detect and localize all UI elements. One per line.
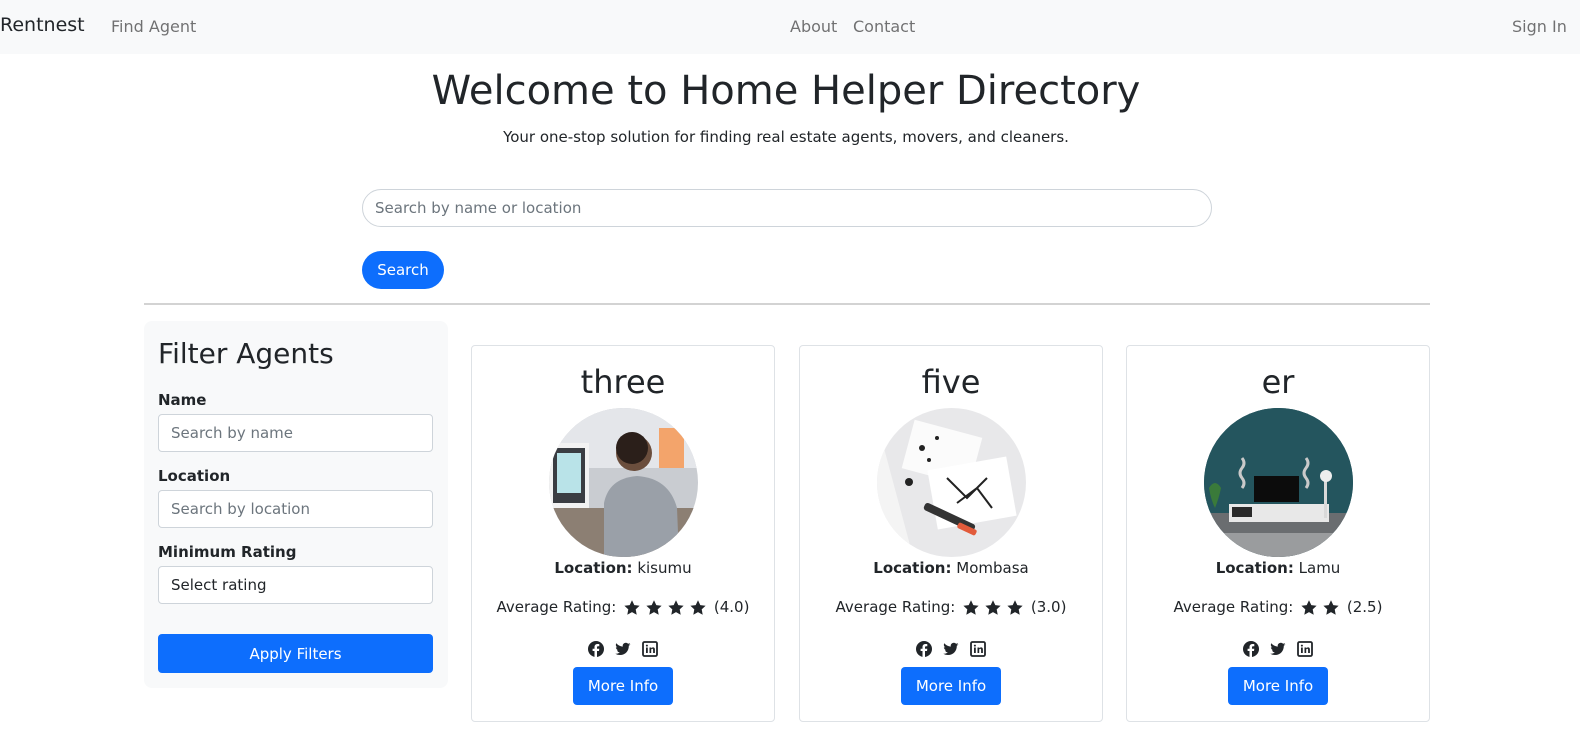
- agent-name: three: [580, 363, 666, 401]
- nav-contact[interactable]: Contact: [853, 17, 915, 36]
- rating-stars: [960, 599, 1026, 618]
- page-subtitle: Your one-stop solution for finding real …: [503, 128, 1069, 146]
- agent-card: three Location: kisumu Average Rating: (…: [471, 345, 775, 722]
- more-info-button[interactable]: More Info: [573, 667, 673, 705]
- rating-stars: [621, 599, 709, 618]
- twitter-icon[interactable]: [615, 641, 631, 657]
- star-icon: [1007, 600, 1023, 615]
- linkedin-icon[interactable]: [1297, 640, 1313, 657]
- star-icon: [624, 600, 640, 615]
- facebook-icon[interactable]: [1242, 640, 1259, 657]
- social-links: [472, 638, 774, 657]
- location-value: Lamu: [1298, 559, 1341, 577]
- agent-rating: Average Rating: (3.0): [800, 598, 1102, 618]
- more-info-button[interactable]: More Info: [1228, 667, 1328, 705]
- search-button[interactable]: Search: [362, 251, 444, 289]
- twitter-icon[interactable]: [943, 641, 959, 657]
- search-input[interactable]: [362, 189, 1212, 227]
- linkedin-icon[interactable]: [642, 640, 658, 657]
- agent-name: five: [921, 363, 981, 401]
- filter-title: Filter Agents: [158, 337, 334, 370]
- agent-location: Location: Mombasa: [800, 559, 1102, 577]
- location-label: Location:: [873, 559, 952, 577]
- nav-about[interactable]: About: [790, 17, 837, 36]
- agent-location: Location: kisumu: [472, 559, 774, 577]
- rating-label: Average Rating:: [835, 598, 956, 616]
- location-filter-input[interactable]: [158, 490, 433, 528]
- apply-filters-button[interactable]: Apply Filters: [158, 634, 433, 673]
- location-value: Mombasa: [956, 559, 1029, 577]
- twitter-icon[interactable]: [1270, 641, 1286, 657]
- star-icon: [1301, 600, 1317, 615]
- star-icon: [963, 600, 979, 615]
- rating-value: (2.5): [1346, 598, 1383, 616]
- star-icon: [690, 600, 706, 615]
- name-filter-label: Name: [158, 391, 207, 409]
- linkedin-icon[interactable]: [970, 640, 986, 657]
- star-icon: [1323, 600, 1339, 615]
- agent-location: Location: Lamu: [1127, 559, 1429, 577]
- agent-photo: [877, 408, 1026, 557]
- agent-rating: Average Rating: (2.5): [1127, 598, 1429, 618]
- brand-logo[interactable]: Rentnest: [0, 14, 85, 36]
- rating-value: (3.0): [1030, 598, 1067, 616]
- nav-find-agent[interactable]: Find Agent: [111, 17, 196, 36]
- location-value: kisumu: [637, 559, 692, 577]
- location-label: Location:: [554, 559, 633, 577]
- more-info-button[interactable]: More Info: [901, 667, 1001, 705]
- nav-sign-in[interactable]: Sign In: [1512, 17, 1567, 36]
- social-links: [1127, 638, 1429, 657]
- agent-photo: [549, 408, 698, 557]
- rating-stars: [1298, 599, 1342, 618]
- rating-value: (4.0): [713, 598, 750, 616]
- agent-name: er: [1261, 363, 1295, 401]
- rating-filter-label: Minimum Rating: [158, 543, 297, 561]
- rating-label: Average Rating:: [496, 598, 617, 616]
- star-icon: [646, 600, 662, 615]
- agent-card: er Location: Lamu Average Rating: (2.5) …: [1126, 345, 1430, 722]
- navbar: Rentnest Find Agent About Contact Sign I…: [0, 0, 1580, 54]
- location-label: Location:: [1215, 559, 1294, 577]
- social-links: [800, 638, 1102, 657]
- divider: [144, 303, 1430, 305]
- agent-rating: Average Rating: (4.0): [472, 598, 774, 618]
- star-icon: [985, 600, 1001, 615]
- rating-filter-select[interactable]: Select rating: [158, 566, 433, 604]
- facebook-icon[interactable]: [915, 640, 932, 657]
- star-icon: [668, 600, 684, 615]
- rating-label: Average Rating:: [1173, 598, 1294, 616]
- name-filter-input[interactable]: [158, 414, 433, 452]
- agent-photo: [1204, 408, 1353, 557]
- location-filter-label: Location: [158, 467, 231, 485]
- filter-panel: Filter Agents Name Location Minimum Rati…: [144, 321, 448, 688]
- agent-card: five Location: Mombasa Average Rating: (…: [799, 345, 1103, 722]
- facebook-icon[interactable]: [587, 640, 604, 657]
- page-title: Welcome to Home Helper Directory: [431, 68, 1141, 114]
